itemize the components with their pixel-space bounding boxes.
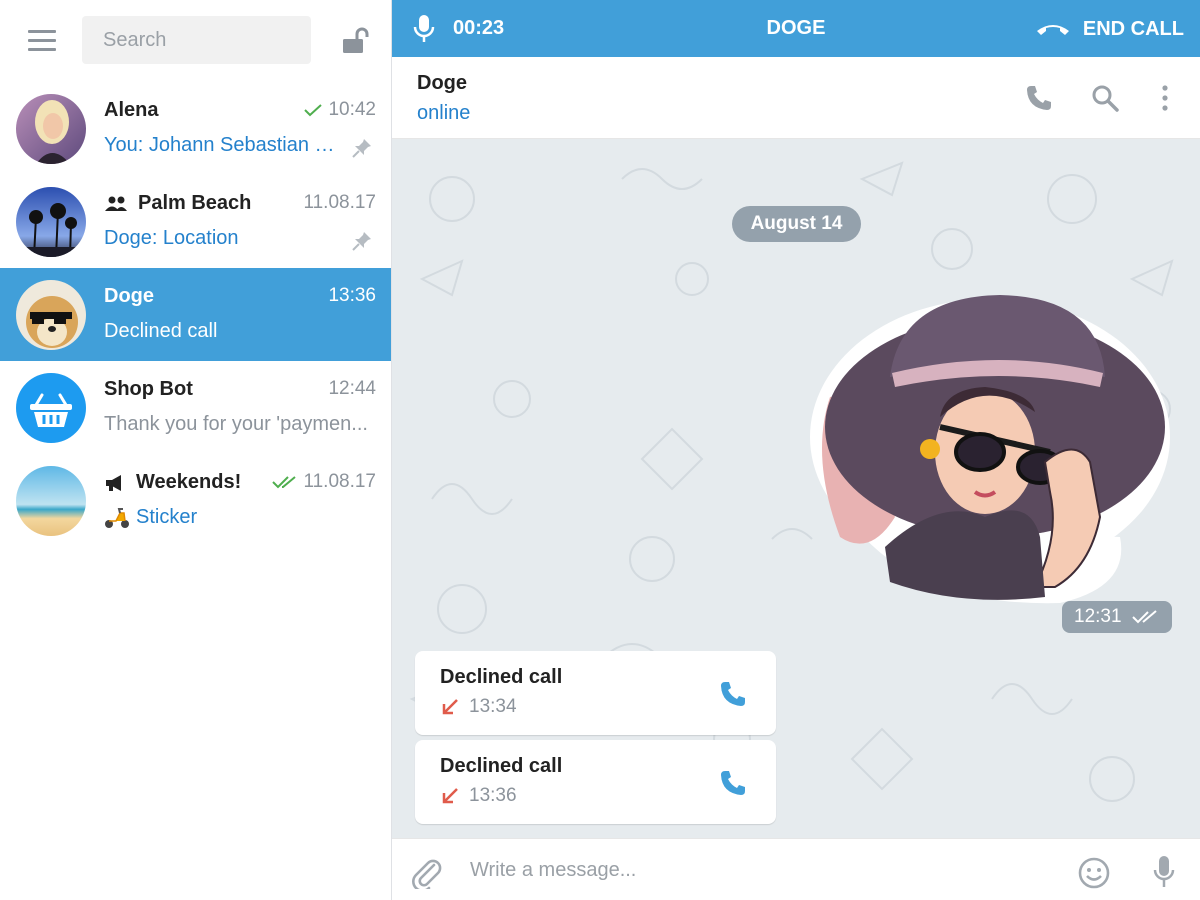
active-call-bar[interactable]: 00:23 DOGE END CALL [392, 0, 1200, 57]
chat-name-text: Palm Beach [138, 192, 252, 214]
call-message-time: 13:34 [469, 696, 517, 717]
avatar [16, 373, 86, 443]
chat-item-weekends[interactable]: Weekends! 11.08.17 Sticker [0, 454, 391, 547]
end-call-label: END CALL [1082, 17, 1184, 40]
avatar [16, 466, 86, 536]
sidebar-header [0, 0, 391, 82]
avatar [16, 187, 86, 257]
chat-last-message: Doge: Location [104, 227, 239, 249]
call-back-phone-icon[interactable] [718, 768, 748, 798]
chat-time-text: 10:42 [328, 99, 376, 120]
sidebar: Alena 10:42 You: Johann Sebastian B... P… [0, 0, 392, 900]
chat-name-text: Weekends! [136, 471, 242, 493]
message-area[interactable]: August 14 12:31 Declined call 13:34 Decl… [392, 139, 1200, 838]
peer-status: online [417, 102, 471, 124]
avatar [16, 280, 86, 350]
message-composer [392, 838, 1200, 900]
menu-icon[interactable] [28, 30, 56, 52]
chat-last-message: You: Johann Sebastian B... [104, 134, 344, 156]
hang-up-icon [1036, 25, 1069, 35]
pin-icon [352, 139, 371, 158]
sticker-image[interactable] [800, 287, 1172, 607]
smile-icon[interactable] [1077, 856, 1111, 890]
scooter-emoji [105, 507, 129, 528]
chat-time: 11.08.17 [303, 192, 376, 213]
chat-time: 12:44 [328, 378, 376, 399]
chat-item-shop-bot[interactable]: Shop Bot 12:44 Thank you for your 'payme… [0, 361, 391, 454]
call-message-title: Declined call [440, 666, 563, 688]
search-input[interactable] [82, 16, 311, 64]
chat-name: Palm Beach [104, 192, 251, 215]
chat-item-palm-beach[interactable]: Palm Beach 11.08.17 Doge: Location [0, 175, 391, 268]
double-check-icon [1131, 610, 1157, 624]
group-icon [105, 196, 127, 211]
chat-name: Shop Bot [104, 378, 193, 400]
check-icon [304, 104, 323, 117]
avatar [16, 94, 86, 164]
chat-time: 11.08.17 [272, 471, 376, 493]
megaphone-icon [106, 474, 121, 491]
chat-last-message: Declined call [104, 320, 218, 342]
chat-item-doge[interactable]: Doge 13:36 Declined call [0, 268, 391, 361]
incoming-call-arrow-icon [442, 788, 458, 804]
microphone-icon[interactable] [1152, 855, 1176, 889]
chat-time: 10:42 [303, 99, 376, 121]
date-separator: August 14 [732, 206, 861, 242]
call-message[interactable]: Declined call 13:34 [415, 651, 776, 735]
incoming-call-arrow-icon [442, 699, 458, 715]
paperclip-icon[interactable] [410, 855, 442, 889]
call-message-title: Declined call [440, 755, 563, 777]
sticker-timestamp: 12:31 [1062, 601, 1172, 633]
chat-last-message: Thank you for your 'paymen... [104, 413, 368, 435]
chat-item-alena[interactable]: Alena 10:42 You: Johann Sebastian B... [0, 82, 391, 175]
pin-icon [352, 232, 371, 251]
search-box[interactable] [82, 16, 311, 64]
peer-name[interactable]: Doge [417, 72, 467, 95]
call-timer: 00:23 [453, 17, 505, 39]
search-icon[interactable] [1090, 83, 1120, 113]
microphone-icon[interactable] [412, 14, 436, 44]
call-message-time: 13:36 [469, 785, 517, 806]
chat-name: Alena [104, 99, 159, 121]
more-vertical-icon[interactable] [1150, 83, 1180, 113]
chat-list: Alena 10:42 You: Johann Sebastian B... P… [0, 82, 391, 547]
double-check-icon [272, 476, 297, 489]
chat-name: Weekends! [104, 471, 241, 494]
chat-header: Doge online [392, 57, 1200, 139]
sticker-time-text: 12:31 [1074, 606, 1122, 627]
chat-time: 13:36 [328, 285, 376, 306]
chat-last-message: Sticker [104, 506, 376, 529]
call-back-phone-icon[interactable] [718, 679, 748, 709]
chat-last-message-text: Sticker [136, 506, 198, 528]
chat-name: Doge [104, 285, 154, 307]
message-input[interactable] [460, 849, 1060, 891]
unlock-icon[interactable] [340, 26, 370, 56]
phone-icon[interactable] [1024, 83, 1054, 113]
chat-time-text: 11.08.17 [303, 471, 376, 492]
call-message[interactable]: Declined call 13:36 [415, 740, 776, 824]
end-call-button[interactable]: END CALL [1035, 16, 1184, 42]
